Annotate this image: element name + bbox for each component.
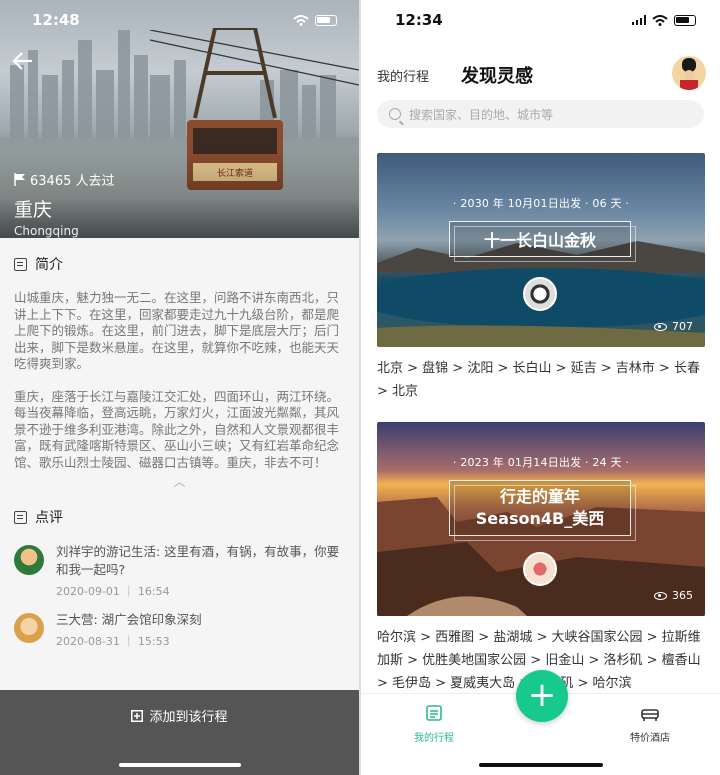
view-count: 707: [654, 320, 693, 333]
search-icon: [389, 108, 401, 120]
trip-date: · 2023 年 01月14日出发 · 24 天 ·: [452, 456, 630, 469]
battery-icon: [674, 14, 696, 26]
trip-title: 十一长白山金秋: [449, 221, 636, 262]
status-bar: 12:34: [361, 0, 720, 40]
review-item[interactable]: 三大营: 湖广会馆印象深刻 2020-08-31 ｜ 15:53: [0, 611, 359, 649]
status-time: 12:48: [32, 11, 80, 29]
visit-count-label: 63465 人去过: [30, 174, 115, 189]
discover-screen: 12:34 我的行程 发现灵感 搜索国家、目的地、城市等 · 2030 年 10…: [361, 0, 720, 775]
guard-avatar-icon: [680, 58, 698, 90]
city-content: 简介 山城重庆，魅力独一无二。在这里，问路不讲东南西北，只讲上上下下。在这里，回…: [0, 238, 359, 690]
reviews-section-header: 点评: [0, 491, 359, 543]
trip-title: 行走的童年 Season4B_美西: [449, 480, 636, 541]
tab-my-trips[interactable]: 我的行程: [377, 66, 429, 85]
intro-paragraph: 山城重庆，魅力独一无二。在这里，问路不讲东南西北，只讲上上下下。在这里，回家都要…: [14, 290, 340, 371]
reviews-title: 点评: [35, 510, 63, 526]
view-count-value: 707: [672, 320, 693, 333]
tab-hotels-label: 特价酒店: [630, 733, 670, 744]
wifi-icon: [293, 14, 309, 26]
search-placeholder: 搜索国家、目的地、城市等: [409, 107, 554, 122]
search-input[interactable]: 搜索国家、目的地、城市等: [377, 100, 704, 128]
signal-icon: [632, 15, 646, 25]
visit-count: 63465 人去过: [14, 170, 115, 189]
eye-icon: [654, 322, 667, 331]
avatar: [14, 613, 44, 643]
trip-card[interactable]: · 2023 年 01月14日出发 · 24 天 · 行走的童年 Season4…: [377, 422, 705, 616]
tab-discover[interactable]: 发现灵感: [459, 62, 536, 88]
avatar: [14, 545, 44, 575]
document-icon: [14, 510, 27, 524]
trip-title-line: Season4B_美西: [475, 509, 605, 528]
add-to-trip-button[interactable]: 添加到该行程: [0, 706, 359, 725]
trip-date: · 2030 年 10月01日出发 · 06 天 ·: [452, 197, 630, 210]
skyline-illustration: [10, 30, 359, 140]
trip-card[interactable]: · 2030 年 10月01日出发 · 06 天 · 十一长白山金秋 707: [377, 153, 705, 347]
add-to-trip-label: 添加到该行程: [149, 710, 228, 725]
trips-calendar-icon: [426, 705, 442, 721]
battery-icon: [315, 14, 337, 26]
city-name-en: Chongqing: [14, 224, 79, 238]
trip-route: 北京 > 盘锦 > 沈阳 > 长白山 > 延吉 > 吉林市 > 长春 > 北京: [377, 361, 700, 399]
city-hero-image: 长江索道 12:48 63465 人去过 重庆 Chongqing: [0, 0, 359, 238]
top-tabs: 我的行程 发现灵感: [361, 55, 720, 95]
intro-section-header: 简介: [0, 238, 359, 290]
view-count: 365: [654, 589, 693, 602]
view-count-value: 365: [672, 589, 693, 602]
trip-title-line: 行走的童年: [499, 487, 580, 506]
city-name: 重庆: [14, 199, 53, 221]
review-text: 刘祥宇的游记生活: 这里有酒，有锅，有故事，你要和我一起吗?: [56, 544, 340, 577]
review-text: 三大营: 湖广会馆印象深刻: [56, 612, 202, 627]
status-icons: [293, 14, 337, 26]
home-indicator: [119, 763, 241, 767]
profile-avatar[interactable]: [672, 56, 706, 90]
collapse-chevron-up-icon[interactable]: ︿: [0, 473, 359, 491]
review-time: 2020-09-01 ｜ 16:54: [56, 585, 170, 598]
intro-text: 山城重庆，魅力独一无二。在这里，问路不讲东南西北，只讲上上下下。在这里，回家都要…: [0, 290, 359, 471]
status-time: 12:34: [395, 11, 443, 29]
author-avatar[interactable]: [523, 552, 557, 586]
document-icon: [14, 257, 27, 271]
flag-icon: [14, 173, 25, 186]
bed-icon: [641, 709, 659, 721]
tab-hotels[interactable]: 特价酒店: [610, 704, 690, 744]
add-box-icon: [131, 709, 144, 722]
trip-title-line: 十一长白山金秋: [483, 231, 596, 250]
city-info: 63465 人去过 重庆 Chongqing: [14, 170, 115, 238]
eye-icon: [654, 591, 667, 600]
status-bar: 12:48: [0, 0, 359, 40]
add-trip-fab-button[interactable]: +: [516, 670, 568, 722]
review-time: 2020-08-31 ｜ 15:53: [56, 635, 170, 648]
intro-paragraph: 重庆，座落于长江与嘉陵江交汇处，四面环山，两江环绕。每当夜幕降临，登高远眺，万家…: [14, 388, 340, 470]
status-icons: [632, 14, 696, 26]
tab-trips-label: 我的行程: [414, 733, 454, 744]
tab-trips[interactable]: 我的行程: [394, 704, 474, 744]
intro-title: 简介: [35, 257, 63, 273]
city-detail-screen: 长江索道 12:48 63465 人去过 重庆 Chongqing: [0, 0, 359, 775]
review-item[interactable]: 刘祥宇的游记生活: 这里有酒，有锅，有故事，你要和我一起吗? 2020-09-0…: [0, 543, 359, 599]
back-arrow-icon[interactable]: [12, 50, 38, 76]
author-avatar[interactable]: [523, 277, 557, 311]
wifi-icon: [652, 14, 668, 26]
home-indicator: [479, 763, 603, 767]
